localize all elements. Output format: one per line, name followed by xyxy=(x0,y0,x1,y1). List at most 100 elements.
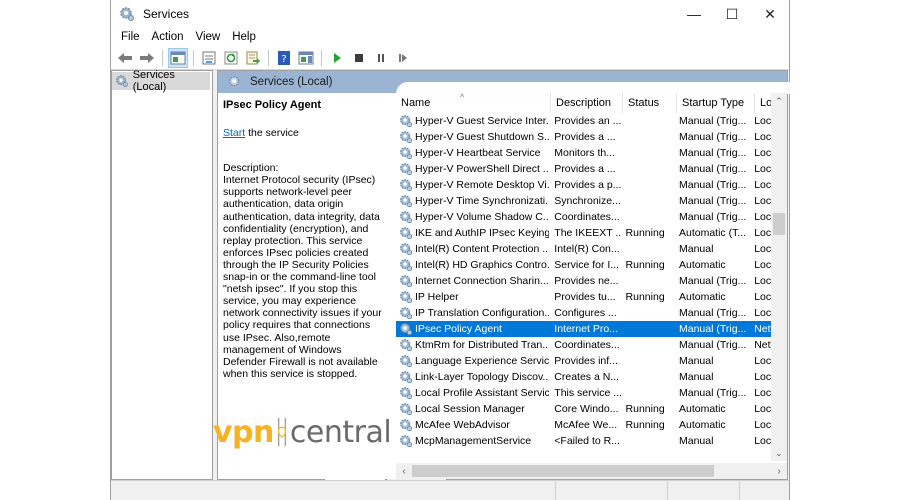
scroll-down-arrow-icon[interactable]: ⌄ xyxy=(771,445,787,461)
service-row[interactable]: Local Session Manager Core Windo... Runnin… xyxy=(396,401,771,417)
services-gear-icon xyxy=(229,76,240,87)
horizontal-scrollbar[interactable]: ‹ › xyxy=(396,463,787,479)
show-hide-console-tree-button[interactable] xyxy=(168,47,188,68)
service-row[interactable]: McAfee WebAdvisor McAfee We... Running Auto… xyxy=(396,417,771,433)
service-name-cell: Local Profile Assistant Service xyxy=(396,386,549,400)
service-row[interactable]: Hyper-V Remote Desktop Vi... Provides a p… xyxy=(396,177,771,193)
service-row[interactable]: Hyper-V Volume Shadow C... Coordinates...… xyxy=(396,209,771,225)
restart-service-button[interactable] xyxy=(393,48,413,68)
action-pane-icon xyxy=(298,51,314,64)
service-row[interactable]: Local Profile Assistant Service This serv… xyxy=(396,385,771,401)
service-description-cell: Configures ... xyxy=(554,307,617,319)
service-name-cell: Hyper-V Volume Shadow C... xyxy=(396,210,549,224)
column-header-description[interactable]: Description xyxy=(551,93,623,113)
service-row[interactable]: Hyper-V Guest Service Inter... Provides a… xyxy=(396,113,771,129)
service-log-on-cell: Loca xyxy=(754,115,771,127)
service-description-cell: Provides a ... xyxy=(554,163,616,175)
service-name-cell: KtmRm for Distributed Tran... xyxy=(396,338,549,352)
start-service-button[interactable] xyxy=(327,48,347,68)
properties-button[interactable] xyxy=(199,48,219,68)
service-row[interactable]: Intel(R) HD Graphics Contro... Service fo… xyxy=(396,257,771,273)
close-button[interactable]: ✕ xyxy=(751,0,789,28)
service-row[interactable]: Hyper-V PowerShell Direct ... Provides a … xyxy=(396,161,771,177)
service-startup-type-cell: Manual xyxy=(679,355,714,367)
service-row[interactable]: Link-Layer Topology Discov... Creates a N… xyxy=(396,369,771,385)
service-gear-icon xyxy=(399,194,413,208)
description-pane: IPsec Policy Agent Start the service Des… xyxy=(218,93,390,461)
service-row[interactable]: KtmRm for Distributed Tran... Coordinates… xyxy=(396,337,771,353)
service-description-cell: The IKEEXT ... xyxy=(554,227,621,239)
service-row[interactable]: Hyper-V Time Synchronizati... Synchronize… xyxy=(396,193,771,209)
service-row[interactable]: Hyper-V Heartbeat Service Monitors th... M… xyxy=(396,145,771,161)
service-log-on-cell: Loca xyxy=(754,179,771,191)
menu-view[interactable]: View xyxy=(190,31,227,43)
service-row[interactable]: Language Experience Service Provides inf.… xyxy=(396,353,771,369)
service-log-on-cell: Loca xyxy=(754,227,771,239)
service-row[interactable]: IKE and AuthIP IPsec Keying... The IKEEXT… xyxy=(396,225,771,241)
column-header-startup-type[interactable]: Startup Type xyxy=(677,93,755,113)
column-header-status[interactable]: Status xyxy=(623,93,677,113)
scroll-up-arrow-icon[interactable]: ⌃ xyxy=(771,93,787,109)
service-name-cell: Intel(R) HD Graphics Contro... xyxy=(396,258,549,272)
service-row[interactable]: Intel(R) Content Protection ... Intel(R) … xyxy=(396,241,771,257)
refresh-button[interactable] xyxy=(221,48,241,68)
service-startup-type-cell: Manual (Trig... xyxy=(679,275,747,287)
play-icon xyxy=(334,52,341,63)
title-bar: Services — ☐ ✕ xyxy=(111,0,789,28)
minimize-button[interactable]: — xyxy=(675,0,713,28)
menu-action[interactable]: Action xyxy=(146,31,190,43)
service-log-on-cell: Loca xyxy=(754,307,771,319)
watermark-vpn-text: vpn xyxy=(213,414,274,450)
menu-help[interactable]: Help xyxy=(226,31,262,43)
service-name-text: Local Profile Assistant Service xyxy=(415,387,550,399)
service-name-cell: Intel(R) Content Protection ... xyxy=(396,242,549,256)
toolbar-separator xyxy=(321,49,322,66)
export-list-button[interactable] xyxy=(243,48,263,68)
service-gear-icon xyxy=(399,226,413,240)
toolbar-separator xyxy=(268,49,269,66)
menu-file[interactable]: File xyxy=(115,31,146,43)
start-service-link[interactable]: Start xyxy=(223,127,245,139)
service-gear-icon xyxy=(399,162,413,176)
scroll-left-arrow-icon[interactable]: ‹ xyxy=(396,466,412,477)
vertical-scrollbar[interactable]: ⌃ ⌄ xyxy=(771,93,787,461)
help-button[interactable]: ? xyxy=(274,48,294,68)
vertical-scroll-thumb[interactable] xyxy=(773,213,785,235)
service-startup-type-cell: Automatic (T... xyxy=(679,227,747,239)
maximize-button[interactable]: ☐ xyxy=(713,0,751,28)
scroll-right-arrow-icon[interactable]: › xyxy=(771,466,787,477)
pause-service-button[interactable] xyxy=(371,48,391,68)
service-startup-type-cell: Manual (Trig... xyxy=(679,163,747,175)
tree-item-services-local[interactable]: Services (Local) xyxy=(112,69,210,93)
service-description-cell: Service for I... xyxy=(554,259,620,271)
forward-button[interactable] xyxy=(137,48,157,68)
service-row[interactable]: IPsec Policy Agent Internet Pro... Manual … xyxy=(396,321,771,337)
stop-service-button[interactable] xyxy=(349,48,369,68)
back-button[interactable] xyxy=(115,48,135,68)
services-gear-icon xyxy=(116,75,128,88)
service-gear-icon xyxy=(399,242,413,256)
service-row[interactable]: Internet Connection Sharin... Provides ne… xyxy=(396,273,771,289)
service-row[interactable]: McpManagementService <Failed to R... Manua… xyxy=(396,433,771,449)
service-log-on-cell: Netv xyxy=(754,339,771,351)
service-description-cell: Coordinates... xyxy=(554,211,620,223)
service-row[interactable]: Hyper-V Guest Shutdown S... Provides a ..… xyxy=(396,129,771,145)
service-name-cell: McAfee WebAdvisor xyxy=(396,418,549,432)
horizontal-scroll-thumb[interactable] xyxy=(412,465,714,477)
service-row[interactable]: IP Helper Provides tu... Running Automatic L… xyxy=(396,289,771,305)
service-row[interactable]: IP Translation Configuration... Configure… xyxy=(396,305,771,321)
service-gear-icon xyxy=(399,114,413,128)
service-description-cell: Intel(R) Con... xyxy=(554,243,620,255)
service-name-text: IPsec Policy Agent xyxy=(415,323,502,335)
service-gear-icon xyxy=(399,370,413,384)
service-description-cell: Creates a N... xyxy=(554,371,620,383)
service-description-cell: Coordinates... xyxy=(554,339,620,351)
column-header-name[interactable]: Name ^ xyxy=(396,92,551,113)
service-gear-icon xyxy=(399,386,413,400)
service-description-cell: Provides a ... xyxy=(554,131,616,143)
sort-ascending-icon: ^ xyxy=(460,92,465,102)
service-status-cell: Running xyxy=(625,403,665,415)
watermark-central-text: central xyxy=(289,414,392,450)
service-description-cell: McAfee We... xyxy=(554,419,618,431)
action-pane-button[interactable] xyxy=(296,48,316,68)
